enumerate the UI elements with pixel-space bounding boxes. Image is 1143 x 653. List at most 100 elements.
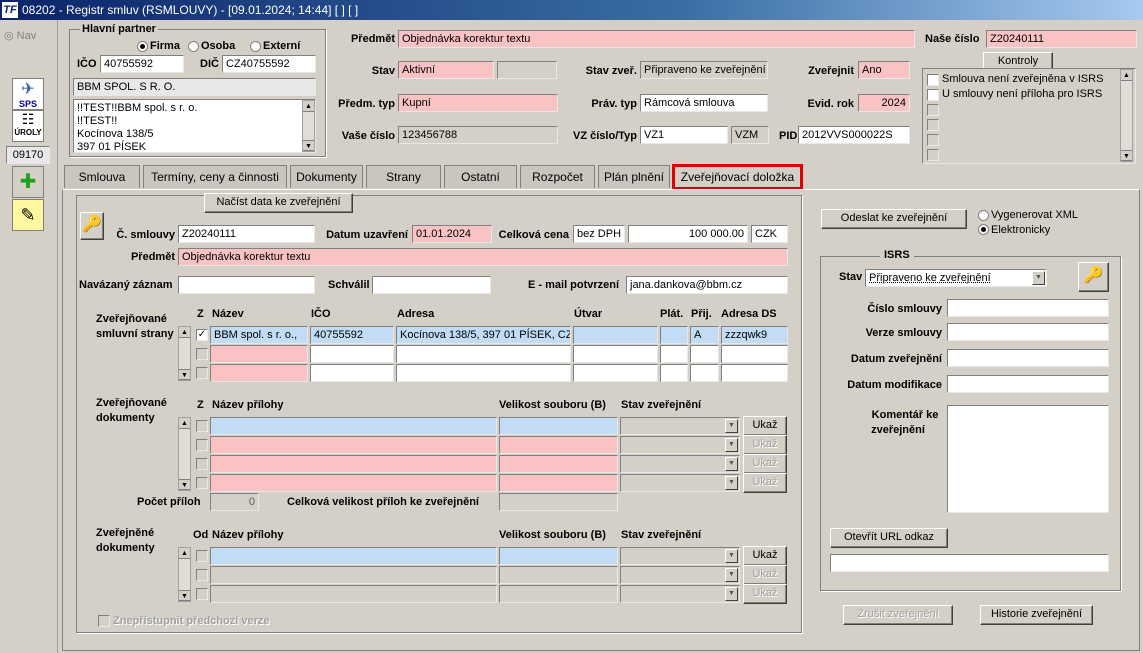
dok-row2-check[interactable] [196,439,208,451]
dok-row4-ukaz-button[interactable]: Ukaž [743,473,787,493]
strany-row1-plat[interactable] [660,326,688,344]
zv-row1-nazev[interactable] [210,547,497,565]
pid-field[interactable]: 2012VVS000022S [798,126,910,144]
strany-scrollbar[interactable]: ▲ ▼ [178,326,191,381]
zv-row3-check[interactable] [196,588,208,600]
tab-zverejnovaci-dolozka[interactable]: Zveřejňovací doložka [672,164,803,190]
dok-row4-check[interactable] [196,477,208,489]
strany-row2-ds[interactable] [721,345,788,363]
sps-icon[interactable]: ✈ SPS [12,78,44,110]
tab-ostatni[interactable]: Ostatní [444,165,517,188]
dok-row3-stav[interactable]: ▼ [620,455,740,473]
dok-row1-nazev[interactable] [210,417,497,435]
strany-row3-plat[interactable] [660,364,688,382]
kontroly-check-2[interactable] [927,89,939,101]
zv-row2-nazev[interactable] [210,566,497,584]
tab-terminy[interactable]: Termíny, ceny a činnosti [143,165,287,188]
cena-typ-field[interactable]: bez DPH [573,225,625,243]
radio-vygenerovat-xml[interactable] [978,210,989,221]
zverejnit-field[interactable]: Ano [858,61,910,79]
zv-row3-nazev[interactable] [210,585,497,603]
kontroly-scrollbar[interactable]: ▲ ▼ [1120,69,1133,162]
vz-cislo-field[interactable]: VZ1 [640,126,728,144]
mena-field[interactable]: CZK [751,225,788,243]
strany-row2-prij[interactable] [690,345,719,363]
zv-row2-check[interactable] [196,569,208,581]
zv-row3-stav[interactable]: ▼ [620,585,740,603]
url-field[interactable] [830,554,1109,572]
kontroly-check-5[interactable] [927,134,939,146]
stav-field[interactable]: Aktivní [398,61,494,79]
nacist-data-button[interactable]: Načíst data ke zveřejnění [204,193,353,213]
zv-row1-velikost[interactable] [499,547,618,565]
isrs-datum-zver-field[interactable] [947,349,1109,367]
strany-row2-utvar[interactable] [573,345,658,363]
strany-row3-nazev[interactable] [210,364,308,382]
radio-externi[interactable] [250,41,261,52]
strany-row2-adresa[interactable] [396,345,571,363]
isrs-datum-mod-field[interactable] [947,375,1109,393]
strany-row3-utvar[interactable] [573,364,658,382]
evid-rok-field[interactable]: 2024 [858,94,910,112]
isrs-key-icon[interactable]: 🔑 [1078,262,1109,292]
radio-elektronicky[interactable] [978,224,989,235]
dok-row2-ukaz-button[interactable]: Ukaž [743,435,787,455]
kontroly-check-6[interactable] [927,149,939,161]
strany-row3-adresa[interactable] [396,364,571,382]
strany-row1-prij[interactable]: A [690,326,719,344]
add-document-icon[interactable]: ✚ [12,166,44,198]
dok-row1-velikost[interactable] [499,417,618,435]
predm-typ-field[interactable]: Kupní [398,94,558,112]
dok-row1-check[interactable] [196,420,208,432]
strany-row3-check[interactable] [196,367,208,379]
isrs-stav-select[interactable]: Připraveno ke zveřejnění ▼ [865,269,1047,287]
zv-row2-velikost[interactable] [499,566,618,584]
isrs-komentar-field[interactable] [947,405,1109,513]
strany-row3-ico[interactable] [310,364,394,382]
schvalil-field[interactable] [372,276,491,294]
isrs-cislo-field[interactable] [947,299,1109,317]
ico-field[interactable]: 40755592 [100,55,184,73]
tab-dokumenty[interactable]: Dokumenty [290,165,363,188]
zrusit-zverejneni-button[interactable]: Zrušit zveřejnění [843,605,953,625]
dic-field[interactable]: CZ40755592 [222,55,316,73]
dok-row1-ukaz-button[interactable]: Ukaž [743,416,787,436]
zv-row2-stav[interactable]: ▼ [620,566,740,584]
dok-row4-nazev[interactable] [210,474,497,492]
edit-icon[interactable]: ✎ [12,199,44,231]
historie-zverejneni-button[interactable]: Historie zveřejnění [980,605,1093,625]
zverejnene-scrollbar[interactable]: ▲ ▼ [178,547,191,602]
nase-cislo-field[interactable]: Z20240111 [986,30,1137,48]
email-field[interactable]: jana.dankova@bbm.cz [626,276,788,294]
dok-row3-velikost[interactable] [499,455,618,473]
prav-typ-field[interactable]: Rámcová smlouva [640,94,768,112]
c-smlouvy-field[interactable]: Z20240111 [178,225,315,243]
strany-row1-utvar[interactable] [573,326,658,344]
strany-row1-ico[interactable]: 40755592 [310,326,394,344]
strany-row2-nazev[interactable] [210,345,308,363]
dok-row4-velikost[interactable] [499,474,618,492]
kontroly-check-1[interactable] [927,74,939,86]
tab-rozpocet[interactable]: Rozpočet [520,165,595,188]
dok-row1-stav[interactable]: ▼ [620,417,740,435]
strany-row3-ds[interactable] [721,364,788,382]
vase-cislo-field[interactable]: 123456788 [398,126,558,144]
key-icon[interactable]: 🔑 [80,212,104,240]
zv-row1-ukaz-button[interactable]: Ukaž [743,546,787,566]
zv-row1-check[interactable] [196,550,208,562]
tab-smlouva[interactable]: Smlouva [64,165,140,188]
kontroly-check-3[interactable] [927,104,939,116]
zv-row2-ukaz-button[interactable]: Ukaž [743,565,787,585]
dok-row4-stav[interactable]: ▼ [620,474,740,492]
tab-plan-plneni[interactable]: Plán plnění [598,165,670,188]
strany-row1-check[interactable]: ✓ [196,329,208,341]
strany-row2-check[interactable] [196,348,208,360]
strany-row1-ds[interactable]: zzzqwk9 [721,326,788,344]
zv-row1-stav[interactable]: ▼ [620,547,740,565]
strany-row2-ico[interactable] [310,345,394,363]
znepristupnit-check[interactable] [98,615,110,627]
strany-row3-prij[interactable] [690,364,719,382]
dok-row3-ukaz-button[interactable]: Ukaž [743,454,787,474]
radio-osoba[interactable] [188,41,199,52]
kontroly-check-4[interactable] [927,119,939,131]
